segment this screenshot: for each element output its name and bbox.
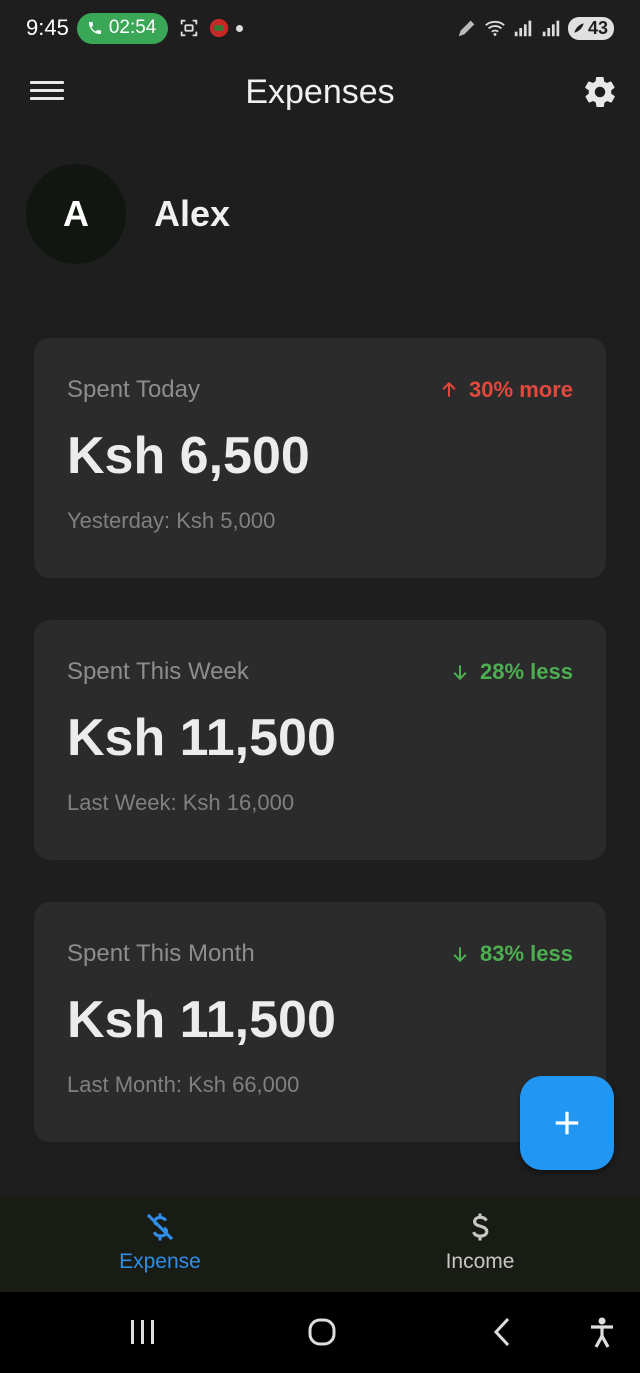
change-text: 30% more xyxy=(469,377,573,402)
money-off-icon xyxy=(146,1213,174,1241)
wifi-icon xyxy=(485,20,505,36)
gear-icon[interactable] xyxy=(582,74,618,110)
back-button[interactable] xyxy=(490,1316,516,1348)
home-icon xyxy=(308,1318,336,1346)
change-indicator: 30% more xyxy=(439,377,573,403)
arrow-down-icon xyxy=(453,665,467,681)
change-indicator: 28% less xyxy=(450,659,573,685)
call-duration: 02:54 xyxy=(108,17,157,38)
accessibility-icon xyxy=(591,1317,613,1348)
card-label: Spent This Month xyxy=(67,940,255,967)
home-button[interactable] xyxy=(307,1317,337,1347)
nav-label: Income xyxy=(445,1250,515,1273)
profile-header: A Alex xyxy=(26,164,230,264)
system-navigation-bar xyxy=(0,1292,640,1373)
nav-item-income[interactable]: Income xyxy=(320,1196,640,1292)
card-compare: Yesterday: Ksh 5,000 xyxy=(67,508,276,533)
bottom-navigation: Expense Income xyxy=(0,1196,640,1292)
card-amount: Ksh 11,500 xyxy=(67,709,336,767)
change-indicator: 83% less xyxy=(450,941,573,967)
notification-dot xyxy=(236,24,244,32)
card-amount: Ksh 6,500 xyxy=(67,427,310,485)
hamburger-menu-icon[interactable] xyxy=(30,76,64,108)
avatar[interactable]: A xyxy=(26,164,126,264)
phone-icon xyxy=(88,22,101,34)
record-icon xyxy=(210,18,229,38)
battery-icon xyxy=(574,23,584,33)
app-bar: Expenses xyxy=(0,56,640,128)
arrow-up-icon xyxy=(442,381,456,397)
back-icon xyxy=(493,1317,510,1347)
change-text: 28% less xyxy=(480,659,573,684)
nav-item-expense[interactable]: Expense xyxy=(0,1196,320,1292)
accessibility-button[interactable] xyxy=(588,1316,616,1348)
change-text: 83% less xyxy=(480,941,573,966)
card-amount: Ksh 11,500 xyxy=(67,991,336,1049)
card-label: Spent This Week xyxy=(67,658,249,685)
ongoing-call-pill[interactable]: 02:54 xyxy=(76,12,169,44)
card-compare: Last Week: Ksh 16,000 xyxy=(67,790,295,815)
add-expense-button[interactable] xyxy=(520,1076,614,1170)
dollar-icon xyxy=(472,1213,489,1241)
card-label: Spent Today xyxy=(67,376,200,403)
arrow-down-icon xyxy=(453,947,467,963)
spent-week-card[interactable]: Spent This Week 28% less Ksh 11,500 Last… xyxy=(34,620,606,860)
spent-today-card[interactable]: Spent Today 30% more Ksh 6,500 Yesterday… xyxy=(34,338,606,578)
status-bar: 9:45 02:54 43 xyxy=(0,0,640,56)
battery-level: 43 xyxy=(587,17,608,38)
plus-icon xyxy=(555,1111,579,1135)
signal-icon xyxy=(514,20,532,37)
recent-apps-button[interactable] xyxy=(128,1318,158,1346)
profile-name: Alex xyxy=(154,193,231,234)
page-title: Expenses xyxy=(245,72,395,111)
recent-apps-icon xyxy=(131,1320,154,1344)
nav-label: Expense xyxy=(119,1250,201,1273)
signal-icon xyxy=(542,20,560,37)
pen-icon xyxy=(458,20,475,37)
card-compare: Last Month: Ksh 66,000 xyxy=(67,1072,300,1097)
screenshot-icon xyxy=(181,19,198,37)
status-time: 9:45 xyxy=(26,15,69,40)
battery-indicator: 43 xyxy=(567,16,614,40)
